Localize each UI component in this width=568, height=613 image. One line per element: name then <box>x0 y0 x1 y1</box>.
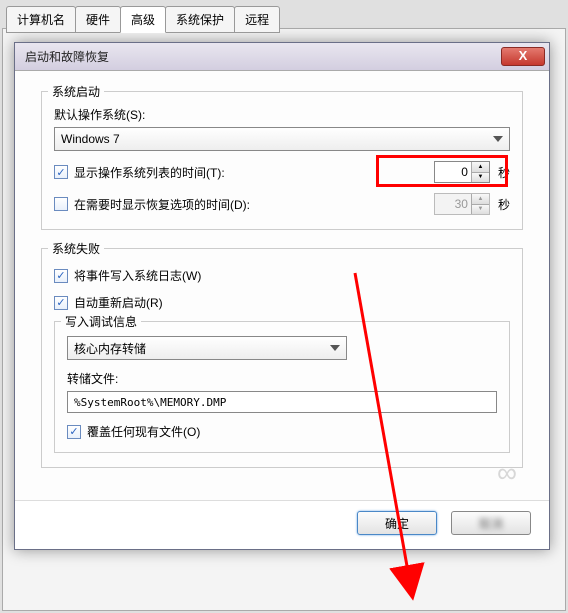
spin-down-icon: ▼ <box>472 204 489 215</box>
tab-label: 远程 <box>245 13 269 27</box>
startup-recovery-dialog: 启动和故障恢复 X 系统启动 默认操作系统(S): Windows 7 ✓ 显示… <box>14 42 550 550</box>
chevron-down-icon <box>330 345 340 351</box>
write-event-checkbox[interactable]: ✓ <box>54 269 68 283</box>
spin-buttons: ▲ ▼ <box>471 162 489 182</box>
button-row: 确定 取消 <box>15 500 549 549</box>
check-icon: ✓ <box>56 269 65 282</box>
seconds-unit: 秒 <box>498 196 510 213</box>
tab-label: 计算机名 <box>17 13 65 27</box>
spin-up-icon: ▲ <box>472 194 489 204</box>
tab-remote[interactable]: 远程 <box>234 6 280 33</box>
write-event-label: 将事件写入系统日志(W) <box>74 267 510 284</box>
show-recovery-row: ✓ 在需要时显示恢复选项的时间(D): ▲ ▼ 秒 <box>54 193 510 215</box>
overwrite-label: 覆盖任何现有文件(O) <box>87 423 497 440</box>
check-icon: ✓ <box>56 198 65 211</box>
system-failure-group: 系统失败 ✓ 将事件写入系统日志(W) ✓ 自动重新启动(R) 写入调试信息 核… <box>41 248 523 468</box>
tab-label: 硬件 <box>86 13 110 27</box>
os-list-time-input[interactable] <box>435 162 471 182</box>
recovery-time-spinner: ▲ ▼ <box>434 193 490 215</box>
spin-up-icon[interactable]: ▲ <box>472 162 489 172</box>
os-list-time-spinner[interactable]: ▲ ▼ <box>434 161 490 183</box>
auto-restart-label: 自动重新启动(R) <box>74 294 510 311</box>
tab-label: 高级 <box>131 13 155 27</box>
default-os-label: 默认操作系统(S): <box>54 106 510 123</box>
recovery-time-input <box>435 194 471 214</box>
show-os-list-checkbox[interactable]: ✓ <box>54 165 68 179</box>
dialog-title: 启动和故障恢复 <box>25 48 501 65</box>
close-button[interactable]: X <box>501 47 545 66</box>
spin-buttons: ▲ ▼ <box>471 194 489 214</box>
dump-file-input[interactable] <box>67 391 497 413</box>
seconds-unit: 秒 <box>498 164 510 181</box>
button-label: 确定 <box>385 517 409 531</box>
tab-advanced[interactable]: 高级 <box>120 6 166 33</box>
watermark-icon: ∞ <box>497 457 519 489</box>
show-os-list-row: ✓ 显示操作系统列表的时间(T): ▲ ▼ 秒 <box>54 161 510 183</box>
chevron-down-icon <box>493 136 503 142</box>
show-os-list-label: 显示操作系统列表的时间(T): <box>74 164 434 181</box>
button-label: 取消 <box>479 517 503 531</box>
group-title: 系统失败 <box>48 240 104 257</box>
ok-button[interactable]: 确定 <box>357 511 437 535</box>
auto-restart-checkbox[interactable]: ✓ <box>54 296 68 310</box>
debug-type-value: 核心内存转储 <box>74 340 146 357</box>
dump-file-label: 转储文件: <box>67 370 497 387</box>
check-icon: ✓ <box>56 166 65 179</box>
debug-info-subgroup: 写入调试信息 核心内存转储 转储文件: ✓ 覆盖任何现有文件(O) <box>54 321 510 453</box>
subgroup-title: 写入调试信息 <box>61 313 141 330</box>
overwrite-row: ✓ 覆盖任何现有文件(O) <box>67 423 497 440</box>
spin-down-icon[interactable]: ▼ <box>472 172 489 183</box>
default-os-combo[interactable]: Windows 7 <box>54 127 510 151</box>
check-icon: ✓ <box>56 296 65 309</box>
debug-type-combo[interactable]: 核心内存转储 <box>67 336 347 360</box>
cancel-button[interactable]: 取消 <box>451 511 531 535</box>
tab-strip: 计算机名 硬件 高级 系统保护 远程 <box>6 6 279 33</box>
check-icon: ✓ <box>69 425 78 438</box>
dialog-body: 系统启动 默认操作系统(S): Windows 7 ✓ 显示操作系统列表的时间(… <box>15 71 549 500</box>
tab-system-protection[interactable]: 系统保护 <box>165 6 235 33</box>
overwrite-checkbox[interactable]: ✓ <box>67 425 81 439</box>
write-event-row: ✓ 将事件写入系统日志(W) <box>54 267 510 284</box>
close-icon: X <box>519 48 528 63</box>
titlebar: 启动和故障恢复 X <box>15 43 549 71</box>
tab-computer-name[interactable]: 计算机名 <box>6 6 76 33</box>
auto-restart-row: ✓ 自动重新启动(R) <box>54 294 510 311</box>
system-startup-group: 系统启动 默认操作系统(S): Windows 7 ✓ 显示操作系统列表的时间(… <box>41 91 523 230</box>
group-title: 系统启动 <box>48 83 104 100</box>
show-recovery-checkbox[interactable]: ✓ <box>54 197 68 211</box>
show-recovery-label: 在需要时显示恢复选项的时间(D): <box>74 196 434 213</box>
tab-hardware[interactable]: 硬件 <box>75 6 121 33</box>
tab-label: 系统保护 <box>176 13 224 27</box>
default-os-value: Windows 7 <box>61 132 120 146</box>
